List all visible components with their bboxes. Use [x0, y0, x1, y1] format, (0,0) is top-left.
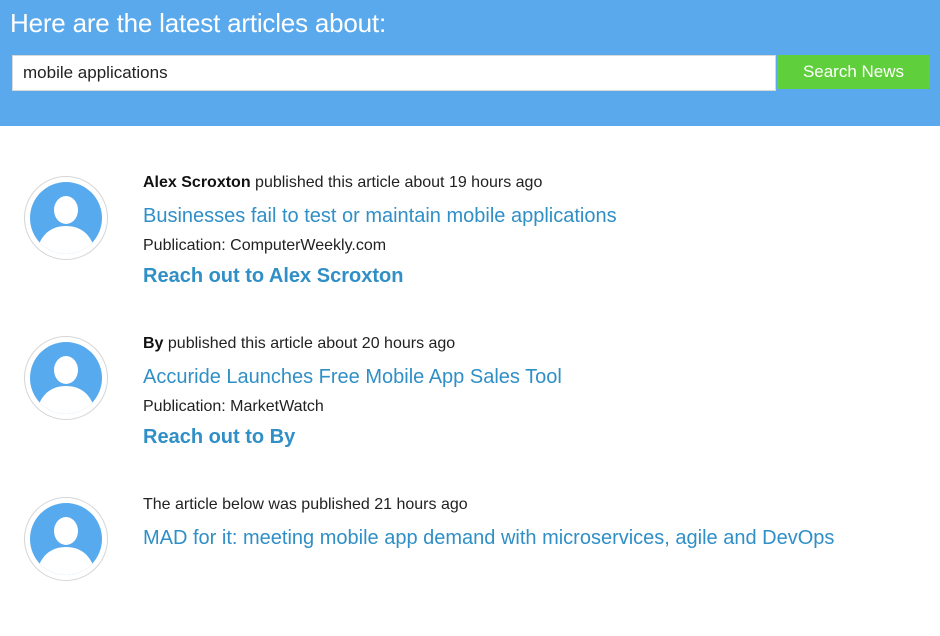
- article-title-link[interactable]: Businesses fail to test or maintain mobi…: [143, 205, 617, 228]
- article-byline: By published this article about 20 hours…: [143, 335, 455, 353]
- user-silhouette-icon: [30, 503, 102, 575]
- publication-label: Publication: MarketWatch: [143, 398, 324, 415]
- search-input[interactable]: [12, 55, 776, 91]
- user-silhouette-icon: [30, 182, 102, 254]
- article-byline: The article below was published 21 hours…: [143, 496, 468, 513]
- reach-out-link[interactable]: Reach out to By: [143, 426, 295, 449]
- article-title-link[interactable]: MAD for it: meeting mobile app demand wi…: [143, 527, 834, 550]
- search-header: Here are the latest articles about: Sear…: [0, 0, 940, 126]
- article-title-link[interactable]: Accuride Launches Free Mobile App Sales …: [143, 366, 562, 389]
- article-item: Alex Scroxton published this article abo…: [0, 174, 940, 314]
- avatar: [24, 497, 108, 581]
- user-silhouette-icon: [30, 342, 102, 414]
- article-byline: Alex Scroxton published this article abo…: [143, 174, 542, 192]
- avatar: [24, 176, 108, 260]
- byline-text: published this article about 20 hours ag…: [163, 335, 456, 352]
- header-title: Here are the latest articles about:: [10, 8, 386, 38]
- avatar: [24, 336, 108, 420]
- article-item: The article below was published 21 hours…: [0, 496, 940, 636]
- author-name: By: [143, 335, 164, 352]
- byline-text: published this article about 19 hours ag…: [250, 174, 543, 191]
- publication-label: Publication: ComputerWeekly.com: [143, 237, 387, 254]
- article-item: By published this article about 20 hours…: [0, 335, 940, 475]
- search-news-button[interactable]: Search News: [777, 55, 930, 89]
- reach-out-link[interactable]: Reach out to Alex Scroxton: [143, 265, 403, 288]
- author-name: Alex Scroxton: [143, 174, 251, 191]
